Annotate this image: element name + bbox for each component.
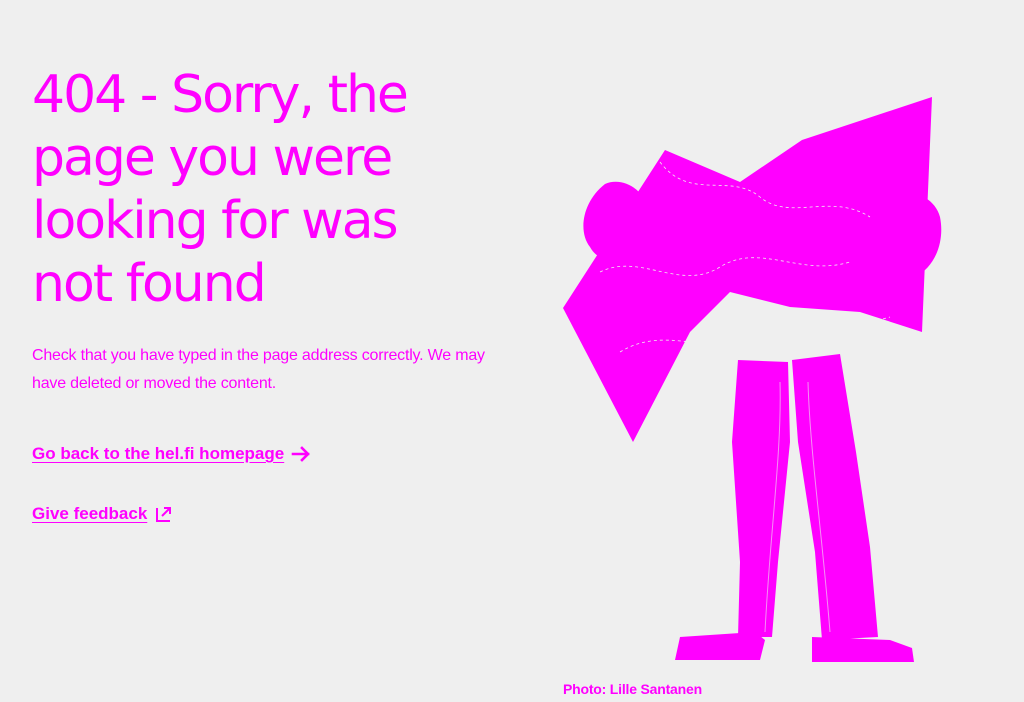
person-reading-map-illustration (560, 92, 945, 667)
external-link-icon[interactable] (153, 503, 175, 525)
photo-credit: Photo: Lille Santanen (563, 681, 702, 697)
page-title: 404 - Sorry, the page you were looking f… (32, 64, 512, 316)
title-line: 404 - Sorry, the (32, 65, 409, 125)
title-line: looking for was (32, 191, 399, 251)
error-description: Check that you have typed in the page ad… (32, 347, 485, 392)
error-content: 404 - Sorry, the page you were looking f… (32, 64, 512, 525)
homepage-link[interactable]: Go back to the hel.fi homepage (32, 444, 284, 464)
title-line: page you were (32, 128, 393, 188)
arrow-right-icon[interactable] (290, 443, 312, 465)
title-line: not found (32, 254, 267, 314)
feedback-link[interactable]: Give feedback (32, 504, 147, 524)
homepage-link-row: Go back to the hel.fi homepage (32, 443, 512, 465)
feedback-link-row: Give feedback (32, 503, 512, 525)
